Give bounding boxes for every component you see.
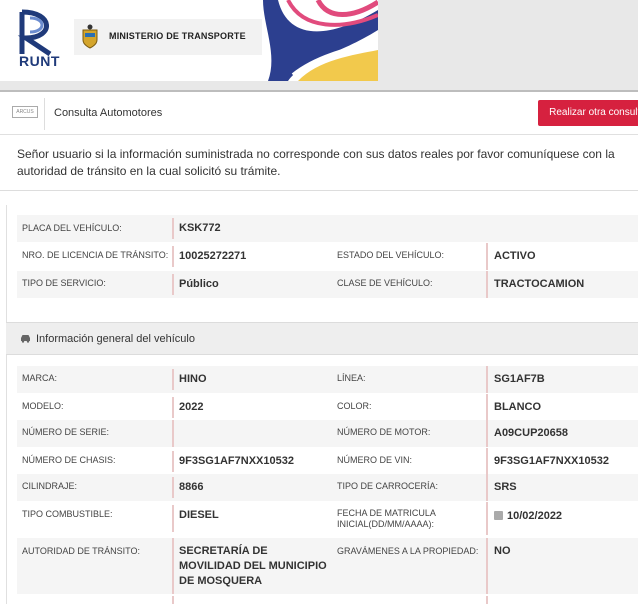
color-label: COLOR: bbox=[337, 401, 372, 411]
vin-value: 9F3SG1AF7NXX10532 bbox=[494, 455, 609, 467]
general-row-modelo: MODELO: 2022 COLOR: BLANCO bbox=[17, 394, 638, 421]
general-row-next bbox=[17, 596, 638, 604]
ministry-name: MINISTERIO DE TRANSPORTE bbox=[109, 31, 246, 41]
servicio-value: Público bbox=[179, 278, 219, 290]
carroceria-value: SRS bbox=[494, 481, 517, 493]
column-separator bbox=[486, 448, 488, 475]
column-separator bbox=[172, 420, 174, 447]
header-brand-area: RUNT MINISTERIO DE TRANSPORTE bbox=[0, 0, 378, 81]
coat-of-arms-icon bbox=[82, 24, 98, 49]
combustible-value: DIESEL bbox=[179, 509, 219, 521]
summary-row-licencia: NRO. DE LICENCIA DE TRÁNSITO: 1002527227… bbox=[17, 243, 638, 270]
general-info-section-header[interactable]: Información general del vehículo bbox=[6, 322, 638, 355]
site-header: RUNT MINISTERIO DE TRANSPORTE bbox=[0, 0, 638, 90]
general-info-title: Información general del vehículo bbox=[36, 333, 195, 345]
estado-label: ESTADO DEL VEHÍCULO: bbox=[337, 250, 445, 260]
motor-value: A09CUP20658 bbox=[494, 427, 568, 439]
car-icon bbox=[21, 335, 30, 343]
modelo-label: MODELO: bbox=[22, 401, 64, 411]
column-separator bbox=[172, 538, 174, 594]
placa-value: KSK772 bbox=[179, 222, 221, 234]
licencia-value: 10025272271 bbox=[179, 250, 247, 262]
marca-label: MARCA: bbox=[22, 373, 58, 383]
column-separator bbox=[172, 451, 174, 472]
arcus-logo-icon: ARCUS bbox=[12, 106, 38, 118]
carroceria-label: TIPO DE CARROCERÍA: bbox=[337, 481, 439, 491]
column-separator bbox=[486, 596, 488, 604]
color-value: BLANCO bbox=[494, 401, 542, 413]
estado-value: ACTIVO bbox=[494, 250, 536, 262]
chasis-label: NÚMERO DE CHASIS: bbox=[22, 455, 116, 465]
serie-label: NÚMERO DE SERIE: bbox=[22, 427, 110, 437]
column-separator bbox=[172, 218, 174, 239]
column-separator bbox=[486, 502, 488, 535]
clase-label: CLASE DE VEHÍCULO: bbox=[337, 278, 433, 288]
column-separator bbox=[172, 397, 174, 418]
gravamenes-value: NO bbox=[494, 545, 511, 557]
general-row-cilindraje: CILINDRAJE: 8866 TIPO DE CARROCERÍA: SRS bbox=[17, 474, 638, 501]
toolbar-divider bbox=[44, 98, 45, 130]
column-separator bbox=[486, 394, 488, 421]
linea-label: LÍNEA: bbox=[337, 373, 366, 383]
column-separator bbox=[486, 243, 488, 270]
summary-row-placa: PLACA DEL VEHÍCULO: KSK772 bbox=[17, 215, 638, 242]
servicio-label: TIPO DE SERVICIO: bbox=[22, 278, 106, 288]
matricula-value: 10/02/2022 bbox=[507, 510, 563, 522]
autoridad-value: SECRETARÍA DE MOVILIDAD DEL MUNICIPIO DE… bbox=[179, 545, 327, 587]
general-row-combustible: TIPO COMBUSTIBLE: DIESEL FECHA DE MATRIC… bbox=[17, 502, 638, 535]
column-separator bbox=[172, 369, 174, 390]
notice-divider bbox=[0, 190, 638, 191]
linea-value: SG1AF7B bbox=[494, 373, 545, 385]
column-separator bbox=[486, 271, 488, 298]
column-separator bbox=[172, 477, 174, 498]
info-notice: Señor usuario si la información suminist… bbox=[17, 147, 615, 178]
modelo-value: 2022 bbox=[179, 401, 204, 413]
combustible-label: TIPO COMBUSTIBLE: bbox=[22, 509, 113, 519]
vin-label: NÚMERO DE VIN: bbox=[337, 455, 413, 465]
column-separator bbox=[172, 274, 174, 295]
page-title: Consulta Automotores bbox=[54, 107, 163, 119]
column-separator bbox=[172, 246, 174, 267]
motor-label: NÚMERO DE MOTOR: bbox=[337, 427, 431, 437]
placa-label: PLACA DEL VEHÍCULO: bbox=[22, 223, 122, 233]
panel-left-border bbox=[6, 205, 7, 604]
marca-value: HINO bbox=[179, 373, 207, 385]
new-query-button[interactable]: Realizar otra consulta bbox=[538, 100, 638, 126]
runt-logo-text: RUNT bbox=[19, 53, 60, 69]
column-separator bbox=[486, 366, 488, 393]
column-separator bbox=[486, 420, 488, 447]
column-separator bbox=[172, 505, 174, 532]
cilindraje-label: CILINDRAJE: bbox=[22, 481, 78, 491]
decorative-swoosh-icon bbox=[263, 0, 378, 81]
calendar-icon bbox=[494, 511, 503, 520]
general-row-marca: MARCA: HINO LÍNEA: SG1AF7B bbox=[17, 366, 638, 393]
matricula-label: FECHA DE MATRICULA INICIAL(DD/MM/AAAA): bbox=[337, 508, 436, 529]
general-row-serie: NÚMERO DE SERIE: NÚMERO DE MOTOR: A09CUP… bbox=[17, 420, 638, 447]
column-separator bbox=[486, 474, 488, 501]
gravamenes-label: GRAVÁMENES A LA PROPIEDAD: bbox=[337, 546, 479, 556]
ministry-badge: MINISTERIO DE TRANSPORTE bbox=[74, 19, 262, 55]
licencia-label: NRO. DE LICENCIA DE TRÁNSITO: bbox=[22, 250, 169, 260]
clase-value: TRACTOCAMION bbox=[494, 278, 585, 290]
column-separator bbox=[172, 596, 174, 604]
matricula-value-wrap: 10/02/2022 bbox=[494, 509, 562, 524]
general-row-autoridad: AUTORIDAD DE TRÁNSITO: SECRETARÍA DE MOV… bbox=[17, 538, 638, 594]
column-separator bbox=[486, 538, 488, 594]
cilindraje-value: 8866 bbox=[179, 481, 204, 493]
autoridad-label: AUTORIDAD DE TRÁNSITO: bbox=[22, 546, 141, 556]
general-row-chasis: NÚMERO DE CHASIS: 9F3SG1AF7NXX10532 NÚME… bbox=[17, 448, 638, 475]
summary-row-servicio: TIPO DE SERVICIO: Público CLASE DE VEHÍC… bbox=[17, 271, 638, 298]
chasis-value: 9F3SG1AF7NXX10532 bbox=[179, 455, 294, 467]
